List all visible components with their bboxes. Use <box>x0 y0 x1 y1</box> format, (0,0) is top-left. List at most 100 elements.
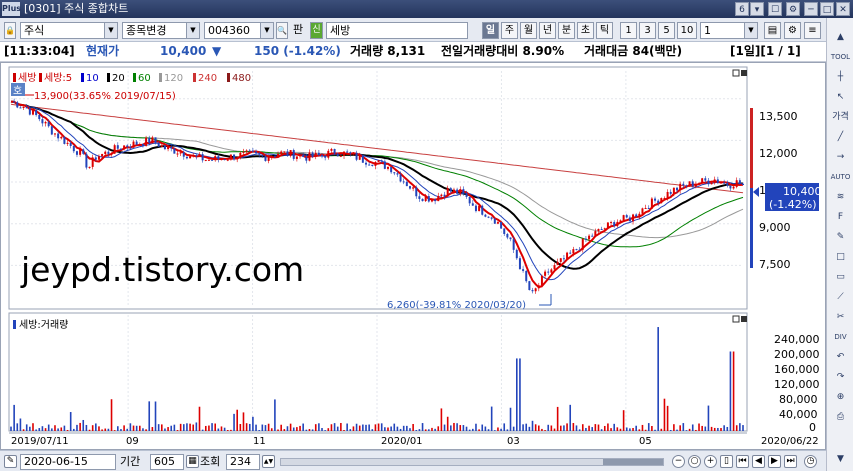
period-minute-button[interactable]: 분 <box>558 22 575 39</box>
fibonacci-icon[interactable]: F <box>830 208 851 226</box>
undo-icon[interactable]: ↶ <box>830 348 851 366</box>
print-icon[interactable]: ⎙ <box>830 408 851 426</box>
period-month-button[interactable]: 월 <box>520 22 537 39</box>
trend-icon[interactable]: ⟋ <box>830 288 851 306</box>
maximize-panel-icon[interactable]: ☐ <box>768 2 782 16</box>
lock-icon[interactable]: 🔒 <box>4 22 16 39</box>
minimize-icon[interactable]: ─ <box>804 2 818 16</box>
panel-close-icon[interactable] <box>741 316 747 322</box>
candle-body <box>396 173 399 175</box>
interval-5-button[interactable]: 5 <box>658 22 675 39</box>
interval-10-button[interactable]: 10 <box>677 22 697 39</box>
rect-icon[interactable]: ▭ <box>830 268 851 286</box>
candle-body <box>226 159 229 161</box>
candle-body <box>113 145 116 154</box>
query-icon[interactable]: ▦ <box>186 455 199 468</box>
candle-body <box>368 164 371 166</box>
interval-select[interactable]: 1 ▼ <box>700 22 758 39</box>
save-icon[interactable]: ▤ <box>764 22 781 39</box>
candle-body <box>506 233 509 238</box>
first-icon[interactable]: ⏮ <box>736 455 749 468</box>
list-icon[interactable]: ≡ <box>804 22 821 39</box>
tool-icon[interactable]: TOOL <box>830 48 851 66</box>
volume-bar <box>550 425 553 431</box>
last-icon[interactable]: ⏭ <box>784 455 797 468</box>
candle-body <box>333 148 336 154</box>
up-arrow-icon[interactable]: ▲ <box>830 28 851 46</box>
code-change-select[interactable]: 종목변경 ▼ <box>122 22 200 39</box>
spinner-icon[interactable]: ▲▼ <box>262 455 275 468</box>
volume-bar <box>487 429 490 431</box>
candle-body <box>572 249 575 254</box>
period-week-button[interactable]: 주 <box>501 22 518 39</box>
panel-close-icon[interactable] <box>741 70 747 76</box>
zoom-out-icon[interactable]: − <box>672 455 685 468</box>
candle-body <box>742 183 744 185</box>
redo-icon[interactable]: ↷ <box>830 368 851 386</box>
scrollbar[interactable] <box>280 458 664 466</box>
stock-code-input[interactable]: 004360 ▼ <box>204 22 274 39</box>
interval-1-button[interactable]: 1 <box>620 22 637 39</box>
market-select[interactable]: 주식 ▼ <box>20 22 118 39</box>
zoom-icon[interactable]: ⊕ <box>830 388 851 406</box>
watermark-text: jeypd.tistory.com <box>20 250 304 289</box>
volume-bar <box>157 424 160 431</box>
period-input[interactable]: 605 <box>150 454 184 470</box>
fit-icon[interactable]: ▯ <box>720 455 733 468</box>
edit-icon[interactable]: ✎ <box>4 455 17 468</box>
candle-body <box>129 146 132 148</box>
crosshair-icon[interactable]: ┼ <box>830 68 851 86</box>
shape-icon[interactable]: □ <box>830 248 851 266</box>
interval-3-button[interactable]: 3 <box>639 22 656 39</box>
volume-bar <box>377 423 380 431</box>
close-icon[interactable]: ✕ <box>836 2 850 16</box>
auto-icon[interactable]: AUTO <box>830 168 851 186</box>
next-icon[interactable]: ▶ <box>768 455 781 468</box>
volume-bar <box>214 423 217 431</box>
candle-body <box>167 146 170 150</box>
stock-name-field[interactable]: 세방 <box>326 22 468 39</box>
time-icon[interactable]: ◷ <box>804 455 817 468</box>
volume-bar <box>264 425 267 431</box>
chart-svg[interactable]: 세방 세방:5 10 20 60 120 240 480 호 13,900(33.65% 20… <box>1 63 825 449</box>
zoom-in-icon[interactable]: + <box>704 455 717 468</box>
view-count-input[interactable]: 234 <box>226 454 260 470</box>
search-icon[interactable]: 🔍 <box>276 22 288 39</box>
line-icon[interactable]: ╱ <box>830 128 851 146</box>
candle-body <box>16 102 19 108</box>
period-day-button[interactable]: 일 <box>482 22 499 39</box>
candle-body <box>91 157 94 167</box>
delete-icon[interactable]: ✂ <box>830 308 851 326</box>
date-picker[interactable]: 2020-06-15 <box>20 454 116 470</box>
candle-body <box>44 122 47 124</box>
volume-bar <box>258 430 260 431</box>
reset-icon[interactable]: ○ <box>688 455 701 468</box>
draw-icon[interactable]: ✎ <box>830 228 851 246</box>
candle-body <box>145 137 148 146</box>
down-arrow-icon[interactable]: ▼ <box>830 450 851 468</box>
volume-bar <box>616 427 619 431</box>
candle-body <box>415 187 418 197</box>
channel-icon[interactable]: ≋ <box>830 188 851 206</box>
ray-icon[interactable]: → <box>830 148 851 166</box>
page-number-button[interactable]: 6 <box>735 2 749 16</box>
legend-label: 세방 <box>18 72 36 84</box>
prev-icon[interactable]: ◀ <box>752 455 765 468</box>
chart-area[interactable]: 세방 세방:5 10 20 60 120 240 480 호 13,900(33.65% 20… <box>0 62 826 450</box>
candle-body <box>713 179 716 183</box>
sin-badge[interactable]: 신 <box>310 22 323 39</box>
text-icon[interactable]: 가격 <box>830 108 851 126</box>
dropdown-icon[interactable]: ▾ <box>750 2 764 16</box>
divide-icon[interactable]: DIV <box>830 328 851 346</box>
settings-icon[interactable]: ⚙ <box>786 2 800 16</box>
scrollbar-thumb[interactable] <box>603 459 663 465</box>
candle-body <box>682 183 685 186</box>
period-second-button[interactable]: 초 <box>577 22 594 39</box>
candle-body <box>424 196 427 202</box>
period-tick-button[interactable]: 틱 <box>596 22 613 39</box>
cursor-icon[interactable]: ↖ <box>830 88 851 106</box>
period-year-button[interactable]: 년 <box>539 22 556 39</box>
volume-bar <box>563 425 565 431</box>
restore-icon[interactable]: □ <box>820 2 834 16</box>
settings-icon[interactable]: ⚙ <box>784 22 801 39</box>
